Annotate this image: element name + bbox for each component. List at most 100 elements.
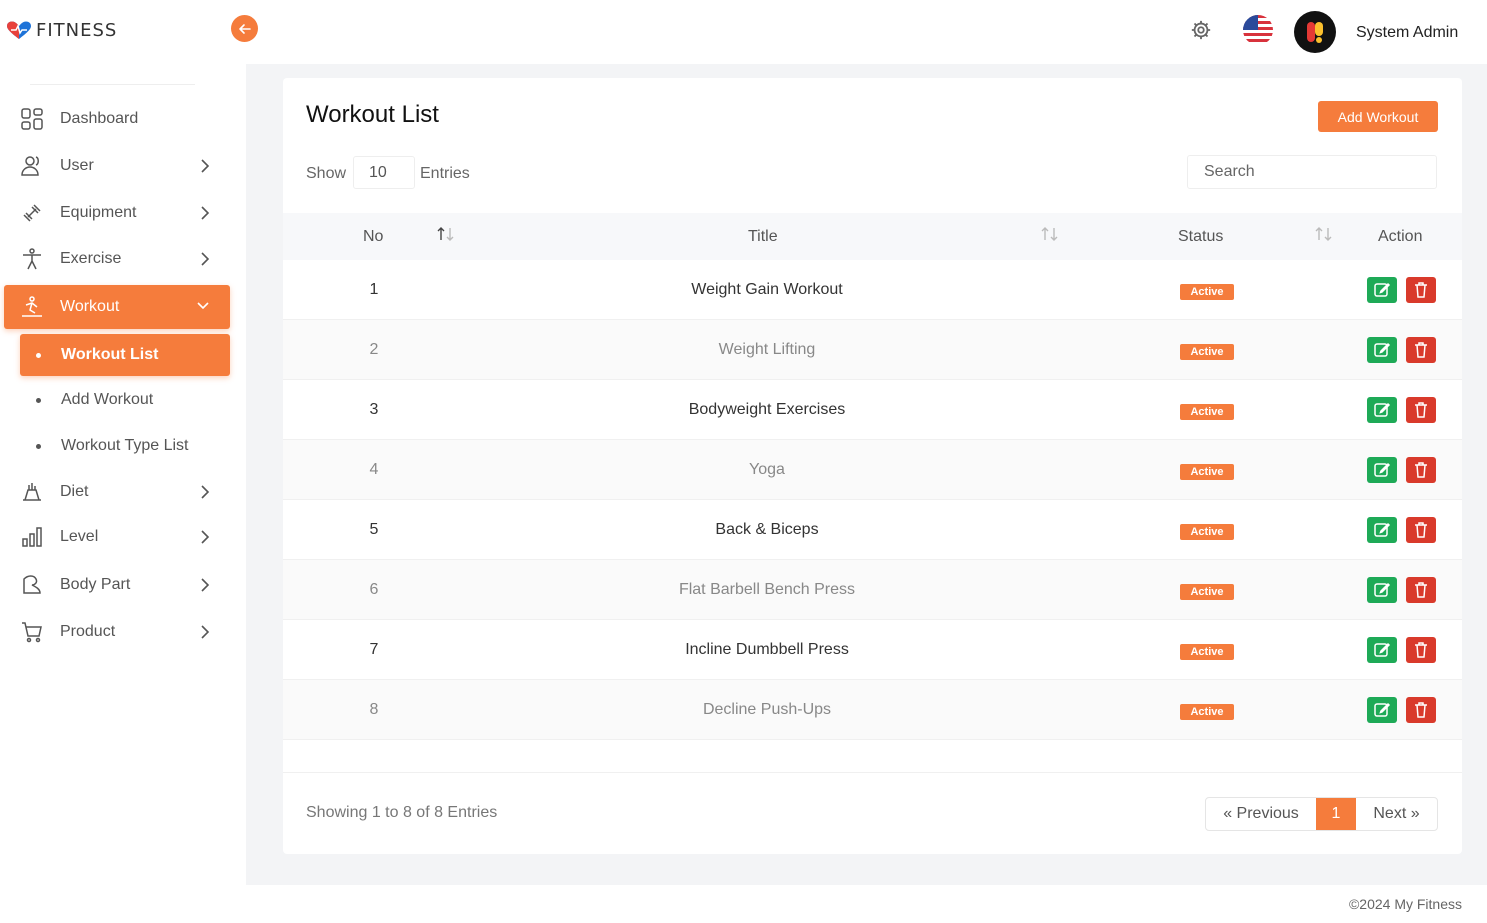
edit-button[interactable] <box>1367 397 1397 423</box>
column-header-title[interactable]: Title <box>748 228 778 246</box>
column-header-status[interactable]: Status <box>1178 228 1223 246</box>
sidebar-item-diet[interactable]: Diet <box>4 470 230 514</box>
sidebar-item-body-part[interactable]: Body Part <box>4 563 230 607</box>
delete-button[interactable] <box>1406 397 1436 423</box>
language-flag-button[interactable] <box>1243 15 1273 45</box>
cell-no: 7 <box>369 641 379 658</box>
collapse-sidebar-button[interactable] <box>231 15 258 42</box>
sidebar-subitem-label: Add Workout <box>61 391 154 408</box>
next-page-button[interactable]: Next » <box>1356 798 1437 830</box>
table-row: 2 Weight Lifting Active <box>283 320 1462 380</box>
bullet-icon <box>36 443 41 449</box>
delete-button[interactable] <box>1406 697 1436 723</box>
sidebar-item-dashboard[interactable]: Dashboard <box>4 97 230 141</box>
sidebar-item-level[interactable]: Level <box>4 515 230 559</box>
search-input[interactable]: Search <box>1187 155 1437 189</box>
sidebar-item-label: Workout <box>60 298 120 315</box>
previous-page-button[interactable]: « Previous <box>1206 798 1316 830</box>
sidebar-item-label: Exercise <box>60 250 122 267</box>
edit-icon <box>1374 642 1391 657</box>
entries-per-page-select[interactable]: 10 <box>353 156 415 189</box>
edit-button[interactable] <box>1367 457 1397 483</box>
status-badge: Active <box>1180 284 1234 300</box>
delete-button[interactable] <box>1406 637 1436 663</box>
sidebar-item-user[interactable]: User <box>4 144 230 188</box>
cell-title: Decline Push-Ups <box>702 701 832 718</box>
sidebar-item-label: Diet <box>60 483 89 500</box>
edit-button[interactable] <box>1367 637 1397 663</box>
sidebar-subitem-workout-type-list[interactable]: Workout Type List <box>20 425 230 467</box>
bullet-icon <box>36 397 41 403</box>
trash-icon <box>1415 642 1427 658</box>
sidebar-item-workout[interactable]: Workout <box>4 285 230 329</box>
sidebar-subitem-add-workout[interactable]: Add Workout <box>20 379 230 421</box>
trash-icon <box>1415 402 1427 418</box>
cell-no: 2 <box>369 341 379 358</box>
sidebar-item-equipment[interactable]: Equipment <box>4 191 230 235</box>
edit-button[interactable] <box>1367 517 1397 543</box>
sidebar: FITNESS Dashboard User Equipment Exercis… <box>0 0 258 923</box>
user-icon <box>20 154 44 178</box>
page-1-button[interactable]: 1 <box>1316 798 1356 830</box>
status-badge: Active <box>1180 584 1234 600</box>
logo-divider <box>30 84 195 85</box>
status-badge: Active <box>1180 704 1234 720</box>
cell-no: 6 <box>369 581 379 598</box>
trash-icon <box>1415 582 1427 598</box>
delete-button[interactable] <box>1406 457 1436 483</box>
column-header-action: Action <box>1378 228 1423 245</box>
status-badge: Active <box>1180 524 1234 540</box>
cell-title: Weight Lifting <box>718 341 816 358</box>
sort-icon[interactable] <box>436 226 456 242</box>
sort-icon[interactable] <box>1314 226 1334 242</box>
edit-button[interactable] <box>1367 277 1397 303</box>
logo[interactable]: FITNESS <box>6 20 117 41</box>
cell-no: 1 <box>369 281 379 298</box>
delete-button[interactable] <box>1406 517 1436 543</box>
sort-icon[interactable] <box>1040 226 1060 242</box>
status-badge: Active <box>1180 644 1234 660</box>
table-row: 3 Bodyweight Exercises Active <box>283 380 1462 440</box>
showing-entries-text: Showing 1 to 8 of 8 Entries <box>306 804 498 821</box>
copyright-text: ©2024 My Fitness <box>1348 896 1462 912</box>
table-footer-divider <box>283 772 1462 773</box>
status-badge: Active <box>1180 344 1234 360</box>
edit-button[interactable] <box>1367 577 1397 603</box>
page-title: Workout List <box>306 101 439 128</box>
edit-button[interactable] <box>1367 697 1397 723</box>
sidebar-item-label: User <box>60 157 94 174</box>
logo-heart-icon <box>7 21 31 39</box>
sidebar-subitem-workout-list[interactable]: Workout List <box>20 334 230 376</box>
add-workout-button[interactable]: Add Workout <box>1318 101 1438 132</box>
edit-icon <box>1374 702 1391 717</box>
page-footer: ©2024 My Fitness <box>246 885 1487 923</box>
status-badge: Active <box>1180 404 1234 420</box>
sidebar-item-label: Product <box>60 623 116 640</box>
column-header-no[interactable]: No <box>363 228 383 246</box>
sidebar-item-label: Body Part <box>60 576 131 593</box>
table-row: 6 Flat Barbell Bench Press Active <box>283 560 1462 620</box>
delete-button[interactable] <box>1406 277 1436 303</box>
delete-button[interactable] <box>1406 577 1436 603</box>
user-avatar[interactable] <box>1294 11 1336 53</box>
chevron-right-icon <box>201 159 210 173</box>
cell-no: 5 <box>369 521 379 538</box>
trash-icon <box>1415 522 1427 538</box>
workout-icon <box>20 295 44 319</box>
edit-button[interactable] <box>1367 337 1397 363</box>
trash-icon <box>1415 462 1427 478</box>
user-name[interactable]: System Admin <box>1356 24 1458 42</box>
cell-no: 8 <box>369 701 379 718</box>
entries-label: Entries <box>420 165 470 182</box>
sidebar-item-label: Level <box>60 528 99 545</box>
us-flag-icon <box>1243 15 1273 45</box>
table-row: 5 Back & Biceps Active <box>283 500 1462 560</box>
sidebar-item-exercise[interactable]: Exercise <box>4 237 230 281</box>
settings-button[interactable] <box>1190 19 1212 46</box>
chevron-right-icon <box>201 485 210 499</box>
trash-icon <box>1415 342 1427 358</box>
edit-icon <box>1374 522 1391 537</box>
cell-title: Weight Gain Workout <box>691 281 843 298</box>
delete-button[interactable] <box>1406 337 1436 363</box>
sidebar-item-product[interactable]: Product <box>4 610 230 654</box>
